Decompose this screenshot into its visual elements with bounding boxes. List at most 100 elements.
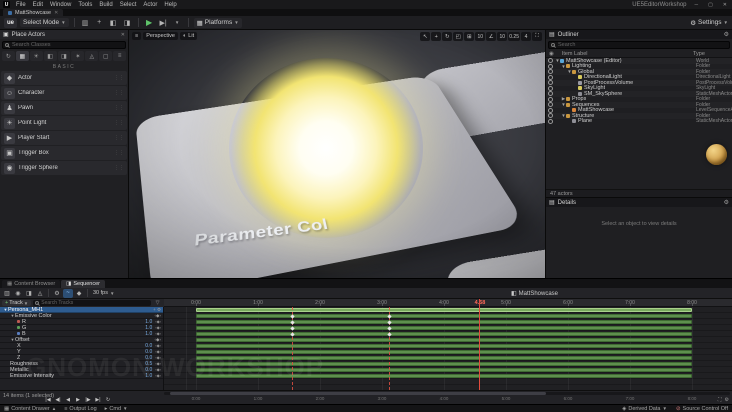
- unreal-cube-icon[interactable]: ue: [4, 17, 17, 28]
- output-log-button[interactable]: ≡ Output Log: [64, 406, 96, 412]
- minimize-icon[interactable]: ─: [693, 2, 701, 8]
- playhead[interactable]: [479, 299, 480, 390]
- category-effects-icon[interactable]: ✶: [71, 51, 85, 61]
- timeline-section-bar[interactable]: [196, 332, 692, 336]
- category-lights-icon[interactable]: ☀: [29, 51, 43, 61]
- item-label-column[interactable]: Item Label: [554, 51, 693, 57]
- grid-snap-value[interactable]: 10: [475, 32, 486, 41]
- menu-actor[interactable]: Actor: [140, 2, 160, 8]
- track-search-input[interactable]: Search Tracks: [33, 300, 151, 306]
- settings-dropdown[interactable]: Settings: [698, 19, 722, 26]
- tab-content-browser[interactable]: ▦ Content Browser: [2, 280, 61, 288]
- keyframe-nav-icon[interactable]: ‹◆›: [155, 331, 161, 336]
- move-tool-icon[interactable]: +: [431, 32, 442, 41]
- timeline-section-bar[interactable]: [196, 356, 692, 360]
- place-item-pawn[interactable]: ♟ Pawn ⋮⋮: [1, 101, 127, 115]
- play-options-icon[interactable]: ▼: [172, 18, 183, 28]
- content-drawer-button[interactable]: ▦ Content Drawer ▲: [4, 406, 56, 412]
- sequence-breadcrumb[interactable]: ◧ MattShowcase: [511, 288, 558, 299]
- keyframe-nav-icon[interactable]: ‹◆›: [155, 373, 161, 378]
- keyframe-nav-icon[interactable]: ‹◆›: [155, 361, 161, 366]
- menu-build[interactable]: Build: [96, 2, 115, 8]
- keyframe-nav-icon[interactable]: ‹◆›: [155, 337, 161, 343]
- timeline-section-bar[interactable]: [196, 338, 692, 342]
- drag-handle-icon[interactable]: ⋮⋮: [114, 105, 124, 111]
- maximize-viewport-icon[interactable]: ⛶: [532, 32, 542, 41]
- curve-editor-icon[interactable]: ~: [63, 288, 73, 298]
- camera-speed-value[interactable]: 4: [521, 32, 531, 41]
- drag-handle-icon[interactable]: ⋮⋮: [114, 165, 124, 171]
- rotation-snap-icon[interactable]: ∠: [486, 32, 497, 41]
- visibility-eye-icon[interactable]: [546, 91, 554, 96]
- place-item-player-start[interactable]: ▶ Player Start ⋮⋮: [1, 131, 127, 145]
- viewport-options-menu[interactable]: ≡: [132, 32, 142, 40]
- menu-file[interactable]: File: [13, 2, 29, 8]
- channel-value[interactable]: 1.0: [145, 373, 155, 379]
- rotation-snap-value[interactable]: 10: [497, 32, 508, 41]
- track-row-emissive-intensity[interactable]: Emissive Intensity 1.0 ‹◆›: [0, 373, 163, 379]
- timeline-section-bar[interactable]: [196, 314, 692, 318]
- place-item-point-light[interactable]: ☀ Point Light ⋮⋮: [1, 116, 127, 130]
- visibility-eye-icon[interactable]: [546, 113, 554, 118]
- keyframe-nav-icon[interactable]: ‹◆›: [155, 313, 161, 319]
- menu-edit[interactable]: Edit: [30, 2, 46, 8]
- track-filter-icon[interactable]: ▽: [153, 300, 162, 306]
- category-all-icon[interactable]: ≡: [113, 51, 127, 61]
- next-keyframe-button[interactable]: |▶: [84, 396, 92, 403]
- actions-icon[interactable]: ⚙: [52, 289, 62, 298]
- visibility-eye-icon[interactable]: [546, 86, 554, 91]
- keyframe-nav-icon[interactable]: ‹◆›: [155, 349, 161, 354]
- timeline-section-bar[interactable]: [196, 308, 692, 312]
- maximize-icon[interactable]: ▢: [706, 2, 715, 8]
- cmd-console-input[interactable]: ▸ Cmd ▼: [105, 406, 128, 412]
- keyframe-nav-icon[interactable]: ‹◆›: [155, 355, 161, 360]
- visibility-eye-icon[interactable]: [546, 102, 554, 107]
- visibility-eye-icon[interactable]: [546, 108, 554, 113]
- add-actor-icon[interactable]: +: [94, 18, 105, 28]
- type-column[interactable]: Type: [693, 51, 729, 57]
- visibility-eye-icon[interactable]: [546, 97, 554, 102]
- frame-skip-icon[interactable]: ▶|: [158, 18, 169, 28]
- timeline-section-bar[interactable]: [196, 362, 692, 366]
- timeline-scrollbar-thumb[interactable]: [170, 392, 546, 395]
- drag-handle-icon[interactable]: ⋮⋮: [114, 90, 124, 96]
- category-recent-icon[interactable]: ↻: [2, 51, 15, 61]
- save-sequence-icon[interactable]: ▥: [2, 289, 12, 298]
- keyframe-nav-icon[interactable]: ‹◆›: [155, 343, 161, 348]
- close-icon[interactable]: ✕: [121, 32, 125, 38]
- go-to-end-button[interactable]: ▶|: [94, 396, 102, 403]
- visibility-eye-icon[interactable]: [546, 75, 554, 80]
- close-icon[interactable]: ✕: [721, 2, 729, 8]
- previous-keyframe-button[interactable]: ◀|: [54, 396, 62, 403]
- keyframe-nav-icon[interactable]: ‹◆›: [155, 325, 161, 330]
- blueprint-icon[interactable]: ◧: [108, 18, 119, 28]
- details-settings-icon[interactable]: ⚙: [724, 199, 729, 206]
- visibility-eye-icon[interactable]: [546, 119, 554, 124]
- view-mode-dropdown[interactable]: ◐ Lit: [179, 32, 198, 40]
- sequencer-timeline[interactable]: [164, 299, 732, 390]
- place-item-trigger-box[interactable]: ▣ Trigger Box ⋮⋮: [1, 146, 127, 160]
- drag-handle-icon[interactable]: ⋮⋮: [114, 75, 124, 81]
- tab-sequencer[interactable]: ◨ Sequencer: [61, 280, 105, 288]
- perspective-dropdown[interactable]: Perspective: [143, 32, 178, 40]
- platforms-dropdown[interactable]: ▦ Platforms ▼: [193, 17, 242, 28]
- scale-tool-icon[interactable]: ◰: [453, 32, 464, 41]
- visibility-eye-icon[interactable]: [546, 58, 554, 63]
- outliner-settings-icon[interactable]: ⚙: [724, 31, 729, 38]
- category-volumes-icon[interactable]: ▢: [99, 51, 113, 61]
- timeline-section-bar[interactable]: [196, 350, 692, 354]
- level-tab[interactable]: MattShowcase ✕: [3, 9, 64, 16]
- visibility-eye-icon[interactable]: [546, 64, 554, 69]
- viewport[interactable]: Parameter Col ≡ Perspective ◐ Lit ↖ + ↻ …: [129, 30, 545, 278]
- timeline-section-bar[interactable]: [196, 320, 692, 324]
- timeline-scrollbar[interactable]: [164, 392, 730, 395]
- timeline-section-bar[interactable]: [196, 374, 692, 378]
- select-mode-dropdown[interactable]: Select Mode ▼: [20, 18, 69, 27]
- cinematics-icon[interactable]: ◨: [122, 18, 133, 28]
- rotate-tool-icon[interactable]: ↻: [442, 32, 453, 41]
- loop-toggle-button[interactable]: ↻: [104, 396, 112, 403]
- place-item-trigger-sphere[interactable]: ◉ Trigger Sphere ⋮⋮: [1, 161, 127, 175]
- create-camera-icon[interactable]: ◨: [24, 289, 34, 298]
- menu-select[interactable]: Select: [117, 2, 140, 8]
- keyframe-nav-icon[interactable]: ‹◆›: [155, 319, 161, 324]
